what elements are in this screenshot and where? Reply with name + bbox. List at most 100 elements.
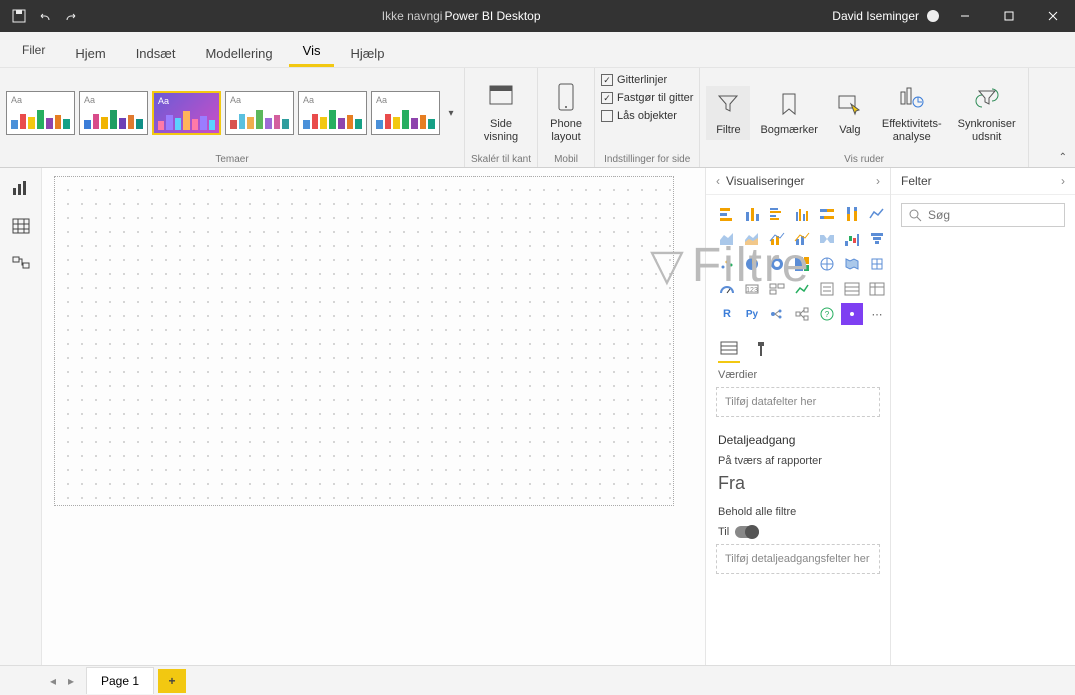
maximize-button[interactable] xyxy=(987,0,1031,32)
theme-thumb-2[interactable]: Aa xyxy=(79,91,148,135)
add-page-button[interactable]: + xyxy=(158,669,186,693)
snap-checkbox[interactable]: ✓Fastgør til gitter xyxy=(601,90,693,106)
bookmarks-pane-button[interactable]: Bogmærker xyxy=(754,86,823,139)
tab-modeling[interactable]: Modellering xyxy=(191,38,286,67)
fields-tab-icon[interactable] xyxy=(718,337,740,363)
tab-insert[interactable]: Indsæt xyxy=(122,38,190,67)
undo-icon[interactable] xyxy=(38,9,52,23)
svg-text:123: 123 xyxy=(746,287,758,294)
theme-thumb-6[interactable]: Aa xyxy=(371,91,440,135)
viz-py-icon[interactable]: Py xyxy=(741,303,763,325)
viz-multi-card-icon[interactable] xyxy=(766,278,788,300)
viz-decomp-icon[interactable] xyxy=(791,303,813,325)
viz-more-icon[interactable]: ⋯ xyxy=(866,303,888,325)
viz-r-icon[interactable]: R xyxy=(716,303,738,325)
viz-treemap-icon[interactable] xyxy=(791,253,813,275)
gridlines-checkbox[interactable]: ✓Gitterlinjer xyxy=(601,72,667,88)
viz-line-icon[interactable] xyxy=(866,203,888,225)
values-dropzone[interactable]: Tilføj datafelter her xyxy=(716,387,880,417)
perf-icon xyxy=(896,82,928,114)
theme-thumb-5[interactable]: Aa xyxy=(298,91,367,135)
viz-gauge-icon[interactable] xyxy=(716,278,738,300)
viz-area-icon[interactable] xyxy=(716,228,738,250)
theme-thumb-1[interactable]: Aa xyxy=(6,91,75,135)
viz-ribbon-icon[interactable] xyxy=(816,228,838,250)
values-label: Værdier xyxy=(706,363,890,385)
page-view-button[interactable]: Side visning xyxy=(478,80,524,146)
theme-thumb-3-selected[interactable]: Aa xyxy=(152,91,221,135)
page-next-icon[interactable]: ▸ xyxy=(62,674,80,688)
page-view-icon xyxy=(485,82,517,114)
viz-pie-icon[interactable] xyxy=(741,253,763,275)
collapse-ribbon-icon[interactable]: ⌃ xyxy=(1059,152,1067,163)
viz-100-column-icon[interactable] xyxy=(841,203,863,225)
page-tab-1[interactable]: Page 1 xyxy=(86,667,154,694)
tab-file[interactable]: Filer xyxy=(8,35,59,67)
viz-clustered-column-icon[interactable] xyxy=(791,203,813,225)
page-prev-icon[interactable]: ◂ xyxy=(44,674,62,688)
viz-key-influencers-icon[interactable] xyxy=(766,303,788,325)
redo-icon[interactable] xyxy=(64,9,78,23)
selection-pane-button[interactable]: Valg xyxy=(828,86,872,139)
phone-layout-button[interactable]: Phone layout xyxy=(544,80,588,146)
viz-custom-icon[interactable] xyxy=(841,303,863,325)
tab-help[interactable]: Hjælp xyxy=(336,38,398,67)
theme-thumb-4[interactable]: Aa xyxy=(225,91,294,135)
close-button[interactable] xyxy=(1031,0,1075,32)
viz-kpi-icon[interactable] xyxy=(791,278,813,300)
viz-qa-icon[interactable]: ? xyxy=(816,303,838,325)
viz-stacked-area-icon[interactable] xyxy=(741,228,763,250)
lock-checkbox[interactable]: Lås objekter xyxy=(601,108,677,124)
viz-waterfall-icon[interactable] xyxy=(841,228,863,250)
titlebar: Ikke navngi Power BI Desktop David Isemi… xyxy=(0,0,1075,32)
expand-viz-pane-icon[interactable]: › xyxy=(876,174,880,188)
viz-shape-map-icon[interactable] xyxy=(866,253,888,275)
viz-map-icon[interactable] xyxy=(816,253,838,275)
viz-combo1-icon[interactable] xyxy=(766,228,788,250)
drillthrough-dropzone[interactable]: Tilføj detaljeadgangsfelter her xyxy=(716,544,880,574)
user-name[interactable]: David Iseminger xyxy=(832,9,919,23)
keep-filters-label: Behold alle filtre xyxy=(706,502,890,522)
viz-combo2-icon[interactable] xyxy=(791,228,813,250)
viz-scatter-icon[interactable] xyxy=(716,253,738,275)
tab-home[interactable]: Hjem xyxy=(61,38,119,67)
ribbon-tabs: Filer Hjem Indsæt Modellering Vis Hjælp xyxy=(0,32,1075,68)
canvas-area[interactable] xyxy=(42,168,705,665)
document-name: Ikke navngi xyxy=(382,9,443,23)
minimize-button[interactable] xyxy=(943,0,987,32)
tab-view[interactable]: Vis xyxy=(289,35,335,67)
viz-gallery: 123 R Py ? ⋯ xyxy=(706,195,890,333)
save-icon[interactable] xyxy=(12,9,26,23)
filters-pane-button[interactable]: Filtre xyxy=(706,86,750,139)
model-view-icon[interactable] xyxy=(9,254,33,274)
drillthrough-label: Detaljeadgang xyxy=(706,425,890,451)
sync-icon xyxy=(971,82,1003,114)
themes-dropdown[interactable]: ▾ xyxy=(444,107,458,120)
keep-filters-toggle[interactable]: Til xyxy=(706,522,890,542)
report-canvas[interactable] xyxy=(54,176,674,506)
fields-search[interactable] xyxy=(901,203,1065,227)
viz-donut-icon[interactable] xyxy=(766,253,788,275)
viz-funnel-icon[interactable] xyxy=(866,228,888,250)
avatar[interactable] xyxy=(927,10,939,22)
viz-filled-map-icon[interactable] xyxy=(841,253,863,275)
phone-icon xyxy=(550,82,582,114)
viz-slicer-icon[interactable] xyxy=(816,278,838,300)
sync-slicers-button[interactable]: Synkroniser udsnit xyxy=(952,80,1022,146)
viz-table-icon[interactable] xyxy=(841,278,863,300)
report-view-icon[interactable] xyxy=(9,178,33,198)
viz-stacked-column-icon[interactable] xyxy=(741,203,763,225)
cross-report-toggle[interactable]: Fra xyxy=(706,471,890,502)
performance-pane-button[interactable]: Effektivitets- analyse xyxy=(876,80,948,146)
selection-icon xyxy=(834,88,866,120)
viz-100-bar-icon[interactable] xyxy=(816,203,838,225)
format-tab-icon[interactable] xyxy=(752,337,770,363)
viz-card-icon[interactable]: 123 xyxy=(741,278,763,300)
fields-pane-title: Felter xyxy=(901,174,1061,188)
fields-search-input[interactable] xyxy=(928,208,1075,222)
viz-clustered-bar-icon[interactable] xyxy=(766,203,788,225)
viz-matrix-icon[interactable] xyxy=(866,278,888,300)
expand-fields-pane-icon[interactable]: › xyxy=(1061,174,1065,188)
viz-stacked-bar-icon[interactable] xyxy=(716,203,738,225)
data-view-icon[interactable] xyxy=(9,216,33,236)
